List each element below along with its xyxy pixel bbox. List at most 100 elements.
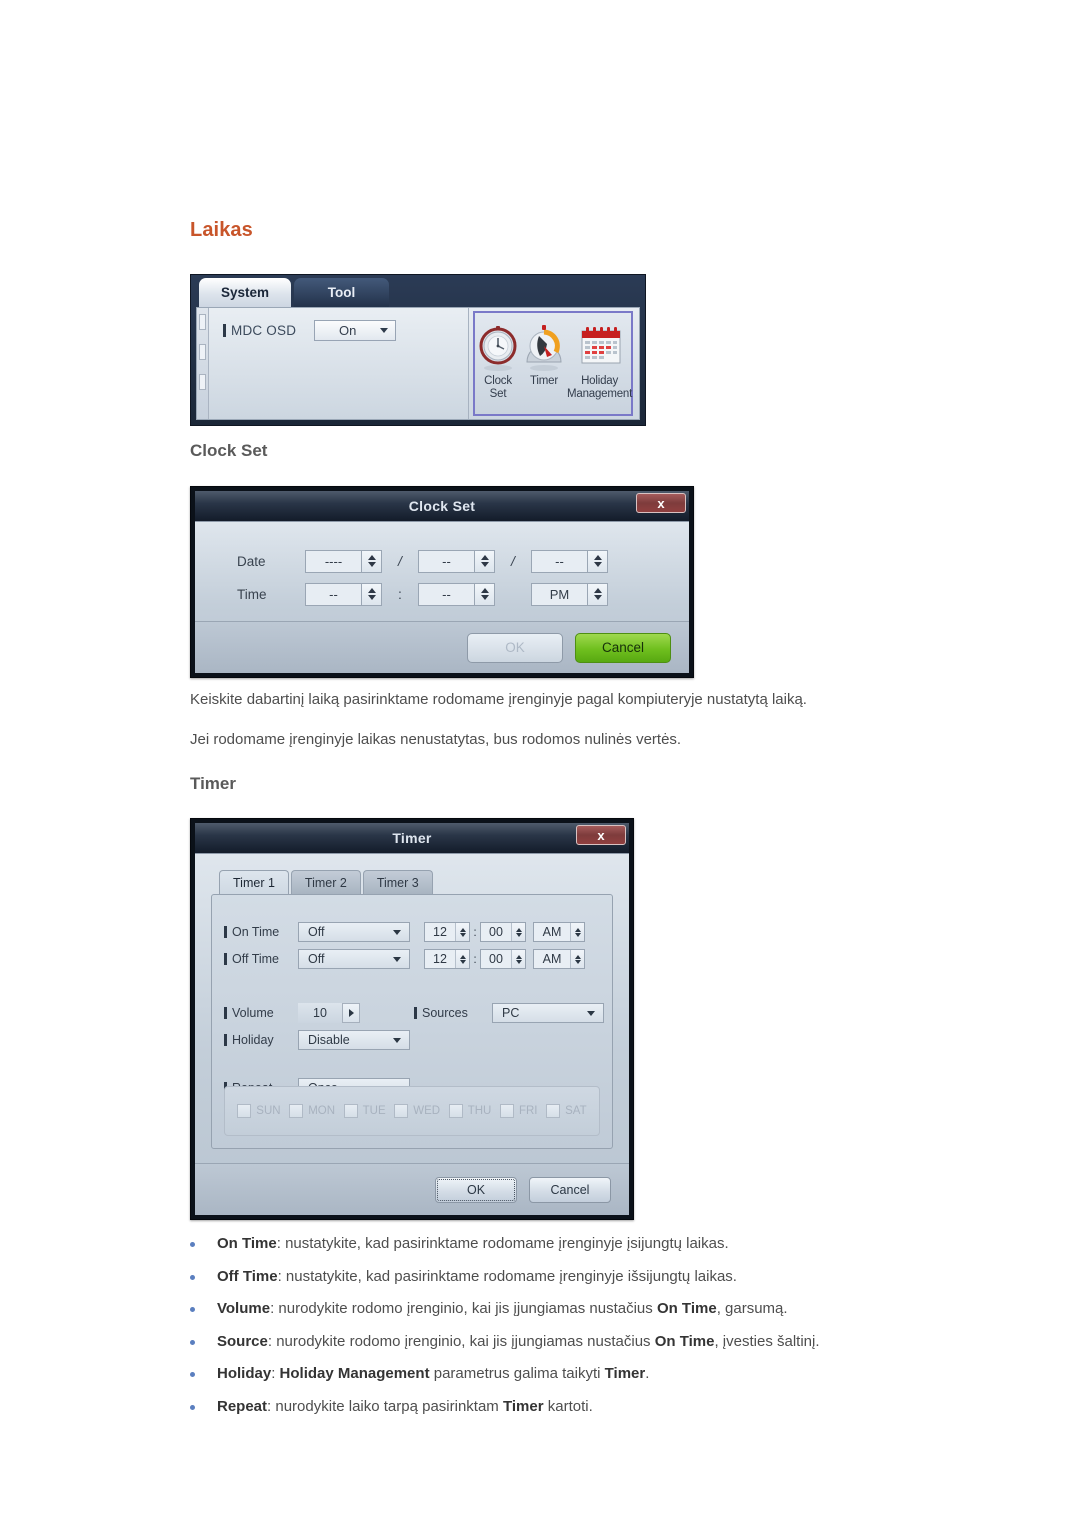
weekday-tue[interactable]: TUE — [343, 1104, 386, 1118]
sources-label-wrap: Sources — [414, 1006, 492, 1020]
bullet-text: Repeat: nurodykite laiko tarpą pasirinkt… — [217, 1397, 593, 1417]
on-time-minute-value: 00 — [489, 925, 503, 939]
checkbox-icon[interactable] — [237, 1104, 252, 1118]
mdc-osd-value: On — [338, 323, 357, 338]
off-time-meridiem-arrows[interactable] — [570, 950, 584, 968]
tab-timer-2[interactable]: Timer 2 — [290, 870, 361, 894]
on-time-colon: : — [473, 925, 477, 939]
time-meridiem-value: PM — [549, 586, 570, 602]
timer-ok-button[interactable]: OK — [435, 1176, 517, 1203]
checkbox-icon[interactable] — [343, 1104, 358, 1118]
time-hour-arrows[interactable] — [361, 583, 381, 605]
mdc-osd-select[interactable]: On — [314, 320, 397, 341]
checkbox-icon[interactable] — [289, 1104, 304, 1118]
time-minute-stepper[interactable]: -- — [418, 582, 495, 606]
bullet-dot-icon — [190, 1404, 195, 1410]
on-time-row: On Time Off 12 : 00 AM — [212, 921, 585, 943]
clock-set-button[interactable]: Clock Set — [475, 319, 521, 401]
off-time-hour-arrows[interactable] — [455, 950, 469, 968]
checkbox-icon[interactable] — [394, 1104, 409, 1118]
weekday-label: FRI — [518, 1105, 538, 1117]
weekday-sat[interactable]: SAT — [546, 1104, 587, 1118]
clock-set-ok-button[interactable]: OK — [467, 632, 563, 663]
on-time-minute-stepper[interactable]: 00 — [480, 922, 526, 942]
date-separator-1: / — [398, 553, 402, 569]
bullet-term: Holiday — [217, 1365, 272, 1382]
on-time-meridiem-value: AM — [542, 925, 562, 939]
bullet-term-2: On Time — [656, 1300, 717, 1317]
on-time-mode-select[interactable]: Off — [298, 922, 410, 942]
checkbox-icon[interactable] — [499, 1104, 514, 1118]
date-year-arrows[interactable] — [361, 550, 381, 572]
weekday-thu[interactable]: THU — [448, 1104, 491, 1118]
date-year-stepper[interactable]: ---- — [305, 549, 382, 573]
tab-system[interactable]: System — [199, 278, 291, 307]
sources-select[interactable]: PC — [492, 1003, 604, 1023]
tab-timer-3[interactable]: Timer 3 — [362, 870, 433, 894]
timer-tabbar: Timer 1 Timer 2 Timer 3 — [219, 870, 613, 894]
on-time-minute-arrows[interactable] — [511, 923, 525, 941]
off-time-row: Off Time Off 12 : 00 AM — [212, 948, 585, 970]
timer-icon — [521, 319, 567, 375]
time-hour-stepper[interactable]: -- — [305, 582, 382, 606]
off-time-meridiem-stepper[interactable]: AM — [533, 949, 585, 969]
off-time-minute-stepper[interactable]: 00 — [480, 949, 526, 969]
on-time-meridiem-stepper[interactable]: AM — [533, 922, 585, 942]
off-time-hour-stepper[interactable]: 12 — [424, 949, 470, 969]
volume-stepper[interactable]: 10 — [298, 1003, 360, 1023]
mdc-system-panel: System Tool MDC OSD On Clock Set Timer H… — [190, 274, 646, 426]
volume-label-wrap: Volume — [212, 1006, 298, 1020]
checkbox-icon[interactable] — [448, 1104, 463, 1118]
timer-dialog-inner: Timer x Timer 1 Timer 2 Timer 3 On Time … — [195, 823, 629, 1215]
weekday-mon[interactable]: MON — [289, 1104, 335, 1118]
tab-timer-1[interactable]: Timer 1 — [219, 870, 289, 894]
on-time-hour-stepper[interactable]: 12 — [424, 922, 470, 942]
timer-button[interactable]: Timer — [521, 319, 567, 388]
off-time-minute-arrows[interactable] — [511, 950, 525, 968]
bullet-term: Volume — [217, 1300, 271, 1317]
on-time-hour-arrows[interactable] — [455, 923, 469, 941]
date-day-arrows[interactable] — [587, 550, 607, 572]
close-icon[interactable]: x — [576, 825, 626, 845]
bullet-rest: : nurodykite rodomo įrenginio, kai jis į… — [270, 1300, 657, 1317]
weekday-checkbox-group: SUN MON TUE WED THU FRI SAT — [224, 1086, 600, 1136]
label-marker-icon — [224, 926, 227, 938]
clock-set-cancel-button[interactable]: Cancel — [575, 632, 671, 663]
date-month-stepper[interactable]: -- — [418, 549, 495, 573]
on-time-meridiem-arrows[interactable] — [570, 923, 584, 941]
timer-content: Timer 1 Timer 2 Timer 3 On Time Off 12:… — [195, 853, 629, 1215]
weekday-wed[interactable]: WED — [394, 1104, 440, 1118]
holiday-management-caption: Holiday Management — [567, 375, 633, 400]
volume-row: Volume 10 Sources PC — [212, 1002, 604, 1024]
date-month-arrows[interactable] — [474, 550, 494, 572]
time-meridiem-stepper[interactable]: PM — [531, 582, 608, 606]
label-marker-icon — [414, 1007, 417, 1019]
off-time-mode-select[interactable]: Off — [298, 949, 410, 969]
time-minute-arrows[interactable] — [474, 583, 494, 605]
time-meridiem-arrows[interactable] — [587, 583, 607, 605]
bullet-dot-icon — [190, 1372, 195, 1377]
weekday-fri[interactable]: FRI — [499, 1104, 538, 1118]
off-time-hour-value: 12 — [433, 952, 447, 966]
close-icon[interactable]: x — [636, 493, 686, 513]
checkbox-icon[interactable] — [546, 1104, 561, 1118]
weekday-sun[interactable]: SUN — [237, 1104, 281, 1118]
bullet-term-2: Timer — [502, 1397, 544, 1415]
tab-tool[interactable]: Tool — [294, 278, 389, 307]
mdc-settings-column: MDC OSD On — [209, 308, 469, 419]
section-title-clock-set: Clock Set — [190, 441, 268, 460]
on-time-label-wrap: On Time — [212, 925, 298, 939]
date-label: Date — [237, 553, 266, 569]
date-day-stepper[interactable]: -- — [531, 549, 608, 573]
timer-cancel-button[interactable]: Cancel — [529, 1176, 611, 1203]
holiday-management-button[interactable]: Holiday Management — [567, 319, 632, 401]
holiday-select[interactable]: Disable — [298, 1030, 410, 1050]
volume-increment-icon[interactable] — [342, 1003, 360, 1023]
mdc-left-strip — [197, 308, 209, 419]
off-time-meridiem-value: AM — [542, 952, 562, 966]
time-minute-value: -- — [442, 586, 451, 602]
timer-caption: Timer — [530, 375, 558, 387]
bullet-rest-2: , garsumą. — [716, 1300, 788, 1317]
chevron-down-icon — [393, 929, 401, 935]
mdc-osd-row: MDC OSD On — [223, 320, 397, 341]
